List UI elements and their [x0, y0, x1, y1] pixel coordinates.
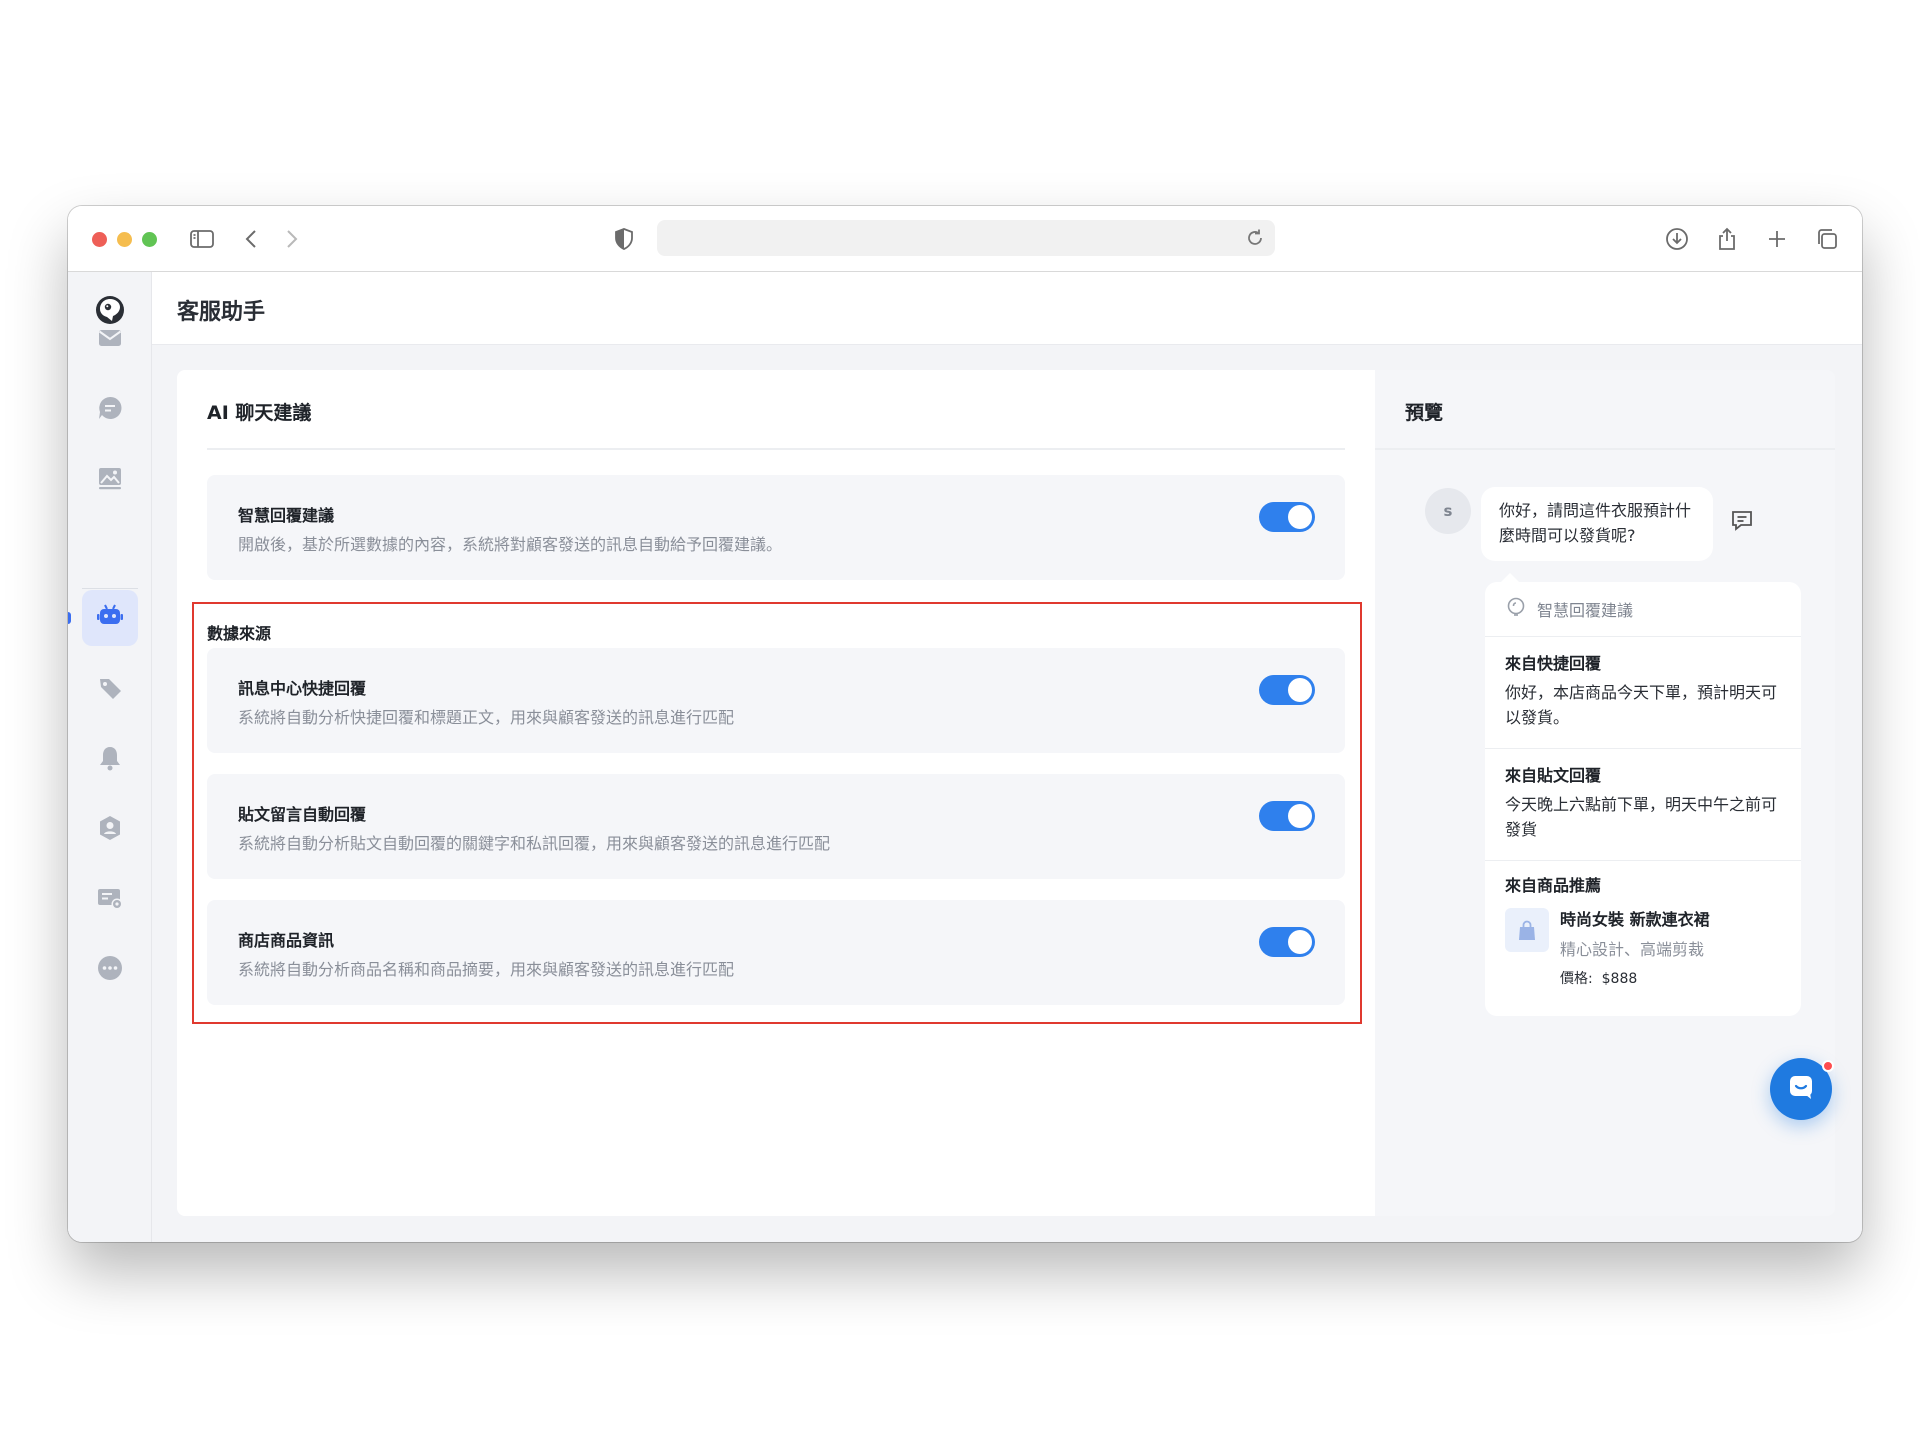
toggle-knob	[1288, 804, 1312, 828]
image-icon	[95, 463, 125, 497]
product-description: 精心設計、高端剪裁	[1560, 940, 1705, 959]
preview-divider	[1375, 448, 1835, 450]
quick-reply-source-toggle[interactable]	[1259, 675, 1315, 705]
card-settings-icon	[95, 883, 125, 917]
privacy-shield-icon[interactable]	[608, 223, 640, 255]
suggestion-panel: 智慧回覆建議 來自快捷回覆 你好，本店商品今天下單，預計明天可以發貨。 來自貼文…	[1485, 573, 1801, 1016]
address-bar[interactable]	[657, 220, 1275, 256]
forward-icon[interactable]	[275, 223, 307, 255]
app-root: 客服助手 AI 聊天建議 智慧回覆建議 開啟後，基於所選數據的內容，系統將對顧客…	[68, 272, 1862, 1242]
card-description: 開啟後，基於所選數據的內容，系統將對顧客發送的訊息自動給予回覆建議。	[238, 535, 783, 554]
section-divider	[207, 448, 1345, 450]
preview-panel: 預覽 s 你好，請問這件衣服預計什麼時間可以發貨呢? 智慧回覆建議 來自快捷回覆…	[1375, 370, 1835, 1216]
suggestion-source-title: 來自快捷回覆	[1505, 654, 1602, 673]
sidebar-item-media[interactable]	[82, 452, 138, 508]
sidebar-toggle-icon[interactable]	[186, 223, 218, 255]
avatar: s	[1425, 488, 1471, 534]
smart-reply-toggle[interactable]	[1259, 502, 1315, 532]
card-description: 系統將自動分析快捷回覆和標題正文，用來與顧客發送的訊息進行匹配	[238, 708, 735, 727]
tag-icon	[95, 673, 125, 707]
chat-bubble-icon	[1786, 1072, 1816, 1106]
sidebar-divider	[82, 588, 138, 589]
product-suggestion[interactable]: 時尚女裝 新款連衣裙 精心設計、高端剪裁 價格: $888	[1505, 902, 1785, 992]
robot-icon	[95, 601, 125, 635]
reload-icon[interactable]	[1243, 226, 1267, 250]
sidebar-item-ai-assistant[interactable]	[82, 590, 138, 646]
divider	[1485, 860, 1801, 861]
quick-reply-suggestion[interactable]: 來自快捷回覆 你好，本店商品今天下單，預計明天可以發貨。	[1505, 652, 1781, 730]
card-description: 系統將自動分析商品名稱和商品摘要，用來與顧客發送的訊息進行匹配	[238, 960, 735, 979]
post-reply-suggestion[interactable]: 來自貼文回覆 今天晚上六點前下單，明天中午之前可發貨	[1505, 764, 1781, 842]
support-chat-button[interactable]	[1770, 1058, 1834, 1120]
store-product-source-toggle[interactable]	[1259, 927, 1315, 957]
app-header: 客服助手	[152, 272, 1862, 345]
suggestion-text: 你好，本店商品今天下單，預計明天可以發貨。	[1505, 683, 1778, 727]
sidebar-item-users[interactable]	[82, 802, 138, 858]
active-indicator	[68, 612, 71, 624]
suggestion-text: 今天晚上六點前下單，明天中午之前可發貨	[1505, 795, 1778, 839]
sidebar	[68, 272, 152, 1242]
divider	[1485, 748, 1801, 749]
minimize-window-button[interactable]	[117, 232, 132, 247]
customer-message-bubble: 你好，請問這件衣服預計什麼時間可以發貨呢?	[1481, 487, 1713, 561]
page-title: 客服助手	[177, 300, 266, 325]
quick-reply-source-card: 訊息中心快捷回覆 系統將自動分析快捷回覆和標題正文，用來與顧客發送的訊息進行匹配	[207, 648, 1345, 753]
product-name: 時尚女裝 新款連衣裙	[1560, 910, 1710, 929]
card-title: 貼文留言自動回覆	[238, 805, 367, 824]
product-image-icon	[1505, 908, 1549, 952]
zoom-window-button[interactable]	[142, 232, 157, 247]
section-title: AI 聊天建議	[207, 402, 312, 424]
close-window-button[interactable]	[92, 232, 107, 247]
chat-icon	[95, 393, 125, 427]
divider	[1485, 636, 1801, 637]
browser-window: 客服助手 AI 聊天建議 智慧回覆建議 開啟後，基於所選數據的內容，系統將對顧客…	[68, 206, 1862, 1242]
settings-panel: AI 聊天建議 智慧回覆建議 開啟後，基於所選數據的內容，系統將對顧客發送的訊息…	[177, 370, 1375, 1216]
toggle-knob	[1288, 505, 1312, 529]
card-title: 商店商品資訊	[238, 931, 335, 950]
card-title: 訊息中心快捷回覆	[238, 679, 367, 698]
toggle-knob	[1288, 678, 1312, 702]
more-icon	[95, 953, 125, 987]
toggle-knob	[1288, 930, 1312, 954]
suggestion-source-title: 來自貼文回覆	[1505, 766, 1602, 785]
data-source-label: 數據來源	[207, 624, 272, 643]
mail-icon	[95, 323, 125, 357]
lightbulb-icon	[1505, 596, 1527, 622]
message-suggest-icon[interactable]	[1729, 507, 1755, 533]
sidebar-item-card-settings[interactable]	[82, 872, 138, 928]
share-icon[interactable]	[1711, 223, 1743, 255]
card-title: 智慧回覆建議	[238, 506, 335, 525]
sidebar-item-chat[interactable]	[82, 382, 138, 438]
sidebar-item-inbox[interactable]	[82, 312, 138, 368]
price-label: 價格:	[1560, 971, 1593, 987]
new-tab-icon[interactable]	[1761, 223, 1793, 255]
bell-icon	[95, 743, 125, 777]
card-description: 系統將自動分析貼文自動回覆的關鍵字和私訊回覆，用來與顧客發送的訊息進行匹配	[238, 834, 831, 853]
download-icon[interactable]	[1661, 223, 1693, 255]
suggestion-header: 智慧回覆建議	[1505, 596, 1633, 622]
tab-overview-icon[interactable]	[1811, 223, 1843, 255]
store-product-source-card: 商店商品資訊 系統將自動分析商品名稱和商品摘要，用來與顧客發送的訊息進行匹配	[207, 900, 1345, 1005]
sidebar-item-tags[interactable]	[82, 662, 138, 718]
sidebar-item-notifications[interactable]	[82, 732, 138, 788]
notification-dot	[1822, 1060, 1834, 1072]
suggestion-source-title: 來自商品推薦	[1505, 876, 1602, 895]
user-shield-icon	[95, 813, 125, 847]
smart-reply-card: 智慧回覆建議 開啟後，基於所選數據的內容，系統將對顧客發送的訊息自動給予回覆建議…	[207, 475, 1345, 580]
post-comment-source-toggle[interactable]	[1259, 801, 1315, 831]
back-icon[interactable]	[236, 223, 268, 255]
post-comment-source-card: 貼文留言自動回覆 系統將自動分析貼文自動回覆的關鍵字和私訊回覆，用來與顧客發送的…	[207, 774, 1345, 879]
preview-title: 預覽	[1405, 402, 1444, 424]
price-value: $888	[1601, 971, 1638, 987]
browser-toolbar	[68, 206, 1862, 272]
suggestion-header-label: 智慧回覆建議	[1537, 601, 1634, 620]
product-price: 價格: $888	[1560, 968, 1637, 988]
sidebar-item-more[interactable]	[82, 942, 138, 998]
product-suggestion-title-block: 來自商品推薦	[1505, 874, 1781, 898]
